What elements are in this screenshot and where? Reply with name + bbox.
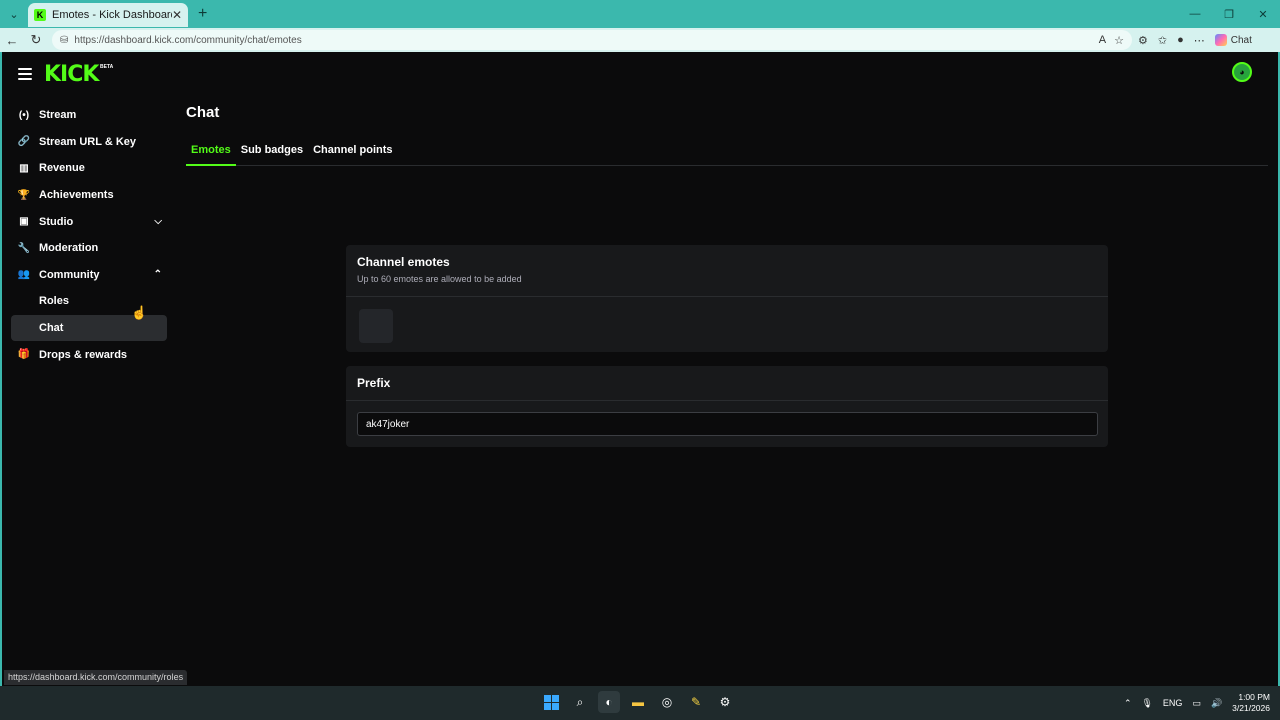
sidebar-item-label: Stream URL & Key	[39, 135, 136, 148]
address-bar-row: ← ↻ ⛁ https://dashboard.kick.com/communi…	[0, 28, 1280, 52]
main-content: Chat Emotes Sub badges Channel points Ch…	[186, 104, 1268, 447]
extensions-icon[interactable]: ⚙	[1138, 34, 1148, 47]
sidebar-item-label: Drops & rewards	[39, 348, 128, 361]
channel-emotes-title: Channel emotes	[357, 255, 450, 269]
sidebar-item-label: Stream	[39, 109, 77, 122]
chevron-down-icon: ⌵	[154, 216, 162, 228]
prefix-card: Prefix	[346, 366, 1108, 447]
close-tab-icon[interactable]: ✕	[172, 8, 182, 22]
language-indicator[interactable]: ENG	[1163, 698, 1183, 708]
search-icon[interactable]: ⌕	[569, 691, 591, 713]
prefix-input[interactable]	[357, 412, 1098, 436]
dashboard-app: KICK BETA ◕ (•) Stream 🔗 Stream URL & Ke…	[0, 52, 1280, 686]
sidebar-item-label: Roles	[39, 295, 69, 308]
window-controls: — ❐ ✕	[1178, 0, 1280, 28]
sidebar-item-label: Moderation	[39, 242, 99, 255]
page-title: Chat	[186, 104, 220, 121]
link-icon: 🔗	[17, 136, 31, 148]
clock-date: 3/21/2026	[1232, 703, 1270, 713]
url-field[interactable]: ⛁ https://dashboard.kick.com/community/c…	[52, 30, 1132, 50]
microphone-icon[interactable]: 🎙	[1141, 698, 1152, 709]
editor-icon[interactable]: ✎	[685, 691, 707, 713]
link-status-url: https://dashboard.kick.com/community/rol…	[4, 670, 188, 685]
sidebar-item-drops-rewards[interactable]: 🎁 Drops & rewards	[11, 341, 167, 368]
refresh-icon[interactable]: ↻	[24, 28, 48, 52]
browser-tab[interactable]: K Emotes - Kick Dashboard ✕	[28, 3, 188, 27]
users-icon: 👥	[17, 269, 31, 281]
more-icon[interactable]: ⋯	[1194, 34, 1205, 47]
sidebar-item-stream[interactable]: (•) Stream	[11, 102, 167, 129]
beta-badge: BETA	[100, 64, 114, 70]
site-info-icon[interactable]: ⛁	[60, 35, 68, 46]
url-text: https://dashboard.kick.com/community/cha…	[74, 34, 302, 46]
tab-actions-menu-icon[interactable]: ⌄	[4, 4, 24, 24]
sidebar-item-community[interactable]: 👥 Community ⌃	[11, 262, 167, 289]
tab-title: Emotes - Kick Dashboard	[52, 9, 172, 21]
sidebar-item-revenue[interactable]: ▥ Revenue	[11, 155, 167, 182]
volume-icon[interactable]: 🔊	[1211, 698, 1222, 709]
favorites-icon[interactable]: ✩	[1158, 34, 1167, 47]
clock[interactable]: 1:00 PM 3/21/2026	[1232, 692, 1270, 714]
add-emote-slot[interactable]	[359, 309, 393, 343]
chart-icon: ▥	[19, 162, 29, 174]
copilot-chat-label: Chat	[1230, 34, 1252, 46]
sidebar-item-moderation[interactable]: 🔧 Moderation	[11, 235, 167, 262]
sidebar-item-label: Studio	[39, 215, 74, 228]
clock-time: 1:00 PM	[1238, 692, 1270, 702]
chevron-up-icon: ⌃	[153, 269, 162, 281]
sidebar-nav: (•) Stream 🔗 Stream URL & Key ▥ Revenue …	[11, 102, 167, 368]
sidebar-item-studio[interactable]: ▣ Studio ⌵	[11, 208, 167, 235]
hamburger-menu-icon[interactable]	[18, 68, 32, 83]
profile-icon[interactable]: ●	[1177, 34, 1184, 46]
wrench-icon: 🔧	[17, 242, 31, 254]
chevron-up-icon[interactable]: ⌃	[1124, 698, 1132, 709]
gift-icon: 🎁	[17, 349, 31, 361]
tab-emotes[interactable]: Emotes	[186, 144, 236, 166]
sidebar-item-label: Community	[39, 268, 100, 281]
minimize-icon[interactable]: —	[1178, 0, 1212, 28]
favorite-star-icon[interactable]: ☆	[1114, 34, 1124, 47]
trophy-icon: 🏆	[17, 189, 31, 201]
kick-logo[interactable]: KICK	[44, 62, 99, 87]
channel-emotes-card: Channel emotes Up to 60 emotes are allow…	[346, 245, 1108, 352]
sidebar-item-label: Achievements	[39, 189, 114, 202]
sidebar-item-label: Chat	[39, 322, 64, 335]
file-explorer-icon[interactable]: ▬	[627, 691, 649, 713]
edge-browser-icon[interactable]: ◐	[598, 691, 620, 713]
studio-icon: ▣	[19, 216, 29, 228]
prefix-title: Prefix	[357, 376, 391, 390]
copilot-chat-button[interactable]: Chat	[1214, 34, 1252, 46]
kick-favicon-icon: K	[34, 9, 46, 21]
sidebar-item-stream-url-key[interactable]: 🔗 Stream URL & Key	[11, 129, 167, 156]
app-icon[interactable]: ◎	[656, 691, 678, 713]
sidebar-item-label: Revenue	[39, 162, 85, 175]
new-tab-icon[interactable]: +	[198, 5, 207, 23]
hand-cursor-icon: ☝	[131, 305, 148, 320]
tab-channel-points[interactable]: Channel points	[308, 144, 397, 166]
sidebar-item-achievements[interactable]: 🏆 Achievements	[11, 182, 167, 209]
channel-emotes-subtitle: Up to 60 emotes are allowed to be added	[357, 274, 522, 284]
back-icon[interactable]: ←	[0, 28, 24, 52]
browser-tab-bar: ⌄ K Emotes - Kick Dashboard ✕ + — ❐ ✕	[0, 0, 1280, 28]
settings-icon[interactable]: ⚙	[714, 691, 736, 713]
user-avatar[interactable]: ◕	[1232, 62, 1252, 82]
chat-tabs: Emotes Sub badges Channel points	[186, 144, 1268, 166]
network-icon[interactable]: ▭	[1192, 698, 1201, 709]
close-window-icon[interactable]: ✕	[1246, 0, 1280, 28]
windows-taskbar: ⌕ ◐ ▬ ◎ ✎ ⚙ ⌃ 🎙 ENG ▭ 🔊 1:00 PM 3/21/202…	[0, 686, 1280, 720]
restore-icon[interactable]: ❐	[1212, 0, 1246, 28]
copilot-icon	[1214, 34, 1227, 46]
windows-start-icon[interactable]	[540, 691, 562, 713]
broadcast-icon: (•)	[18, 109, 30, 121]
read-aloud-icon[interactable]: A	[1099, 34, 1106, 46]
tab-sub-badges[interactable]: Sub badges	[236, 144, 308, 166]
